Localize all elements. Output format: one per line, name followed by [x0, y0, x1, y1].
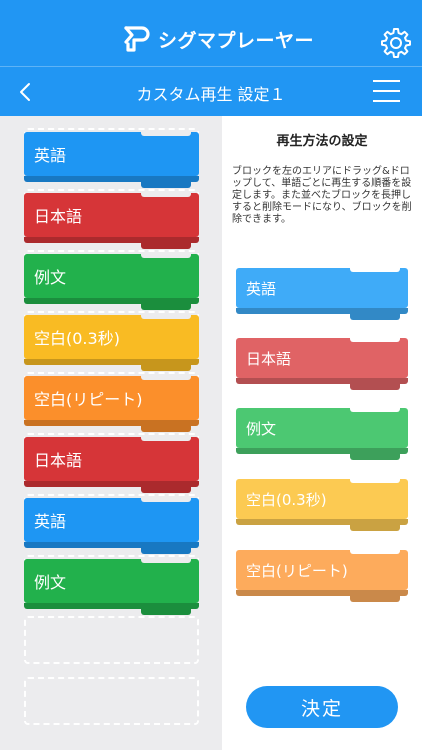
sequence-block-english[interactable]: 英語	[24, 131, 199, 188]
block-label: 日本語	[34, 451, 83, 470]
sequence-block-english[interactable]: 英語	[24, 497, 199, 554]
block-label: 日本語	[246, 349, 292, 368]
block-label: 英語	[246, 279, 277, 298]
block-label: 空白(0.3秒)	[246, 490, 327, 509]
nav-bar: カスタム再生 設定１	[0, 66, 422, 116]
menu-icon[interactable]	[373, 80, 400, 102]
block-label: 例文	[34, 573, 67, 592]
sigma-logo-icon	[124, 26, 150, 52]
palette-block-japanese[interactable]: 日本語	[236, 337, 408, 390]
palette-block-english[interactable]: 英語	[236, 267, 408, 320]
block-label: 空白(リピート)	[34, 390, 143, 409]
palette-block-pause-short[interactable]: 空白(0.3秒)	[236, 478, 408, 531]
sequence-block-example[interactable]: 例文	[24, 253, 199, 310]
block-label: 日本語	[34, 207, 83, 226]
block-label: 空白(リピート)	[246, 561, 348, 580]
gear-icon[interactable]	[380, 26, 412, 58]
sequence-block-japanese[interactable]: 日本語	[24, 436, 199, 493]
palette-block-pause-repeat[interactable]: 空白(リピート)	[236, 549, 408, 602]
drop-slot[interactable]	[24, 616, 199, 664]
page-title: カスタム再生 設定１	[136, 85, 286, 104]
panel-description: ブロックを左のエリアにドラッグ&ドロップして、単語ごとに再生する順番を設定します…	[232, 166, 412, 225]
confirm-button[interactable]: 決定	[246, 686, 398, 728]
sequence-area[interactable]: 英語 日本語 例文 空白(0.3秒) 空白(リピート) 日本語 英語 例文	[0, 116, 222, 750]
block-label: 英語	[34, 146, 67, 165]
block-label: 空白(0.3秒)	[34, 329, 120, 348]
drop-slot[interactable]	[24, 677, 199, 725]
block-label: 例文	[246, 419, 277, 438]
sequence-block-pause-repeat[interactable]: 空白(リピート)	[24, 375, 199, 432]
sequence-block-japanese[interactable]: 日本語	[24, 192, 199, 249]
settings-panel: 再生方法の設定 ブロックを左のエリアにドラッグ&ドロップして、単語ごとに再生する…	[222, 116, 422, 750]
block-label: 例文	[34, 268, 67, 287]
app-logo: シグマプレーヤー	[122, 24, 314, 54]
app-name: シグマプレーヤー	[158, 29, 315, 52]
palette-block-example[interactable]: 例文	[236, 407, 408, 460]
block-label: 英語	[34, 512, 67, 531]
sequence-block-pause-short[interactable]: 空白(0.3秒)	[24, 314, 199, 371]
app-header: シグマプレーヤー	[0, 0, 422, 66]
sequence-block-example[interactable]: 例文	[24, 558, 199, 615]
panel-title: 再生方法の設定	[276, 134, 368, 149]
